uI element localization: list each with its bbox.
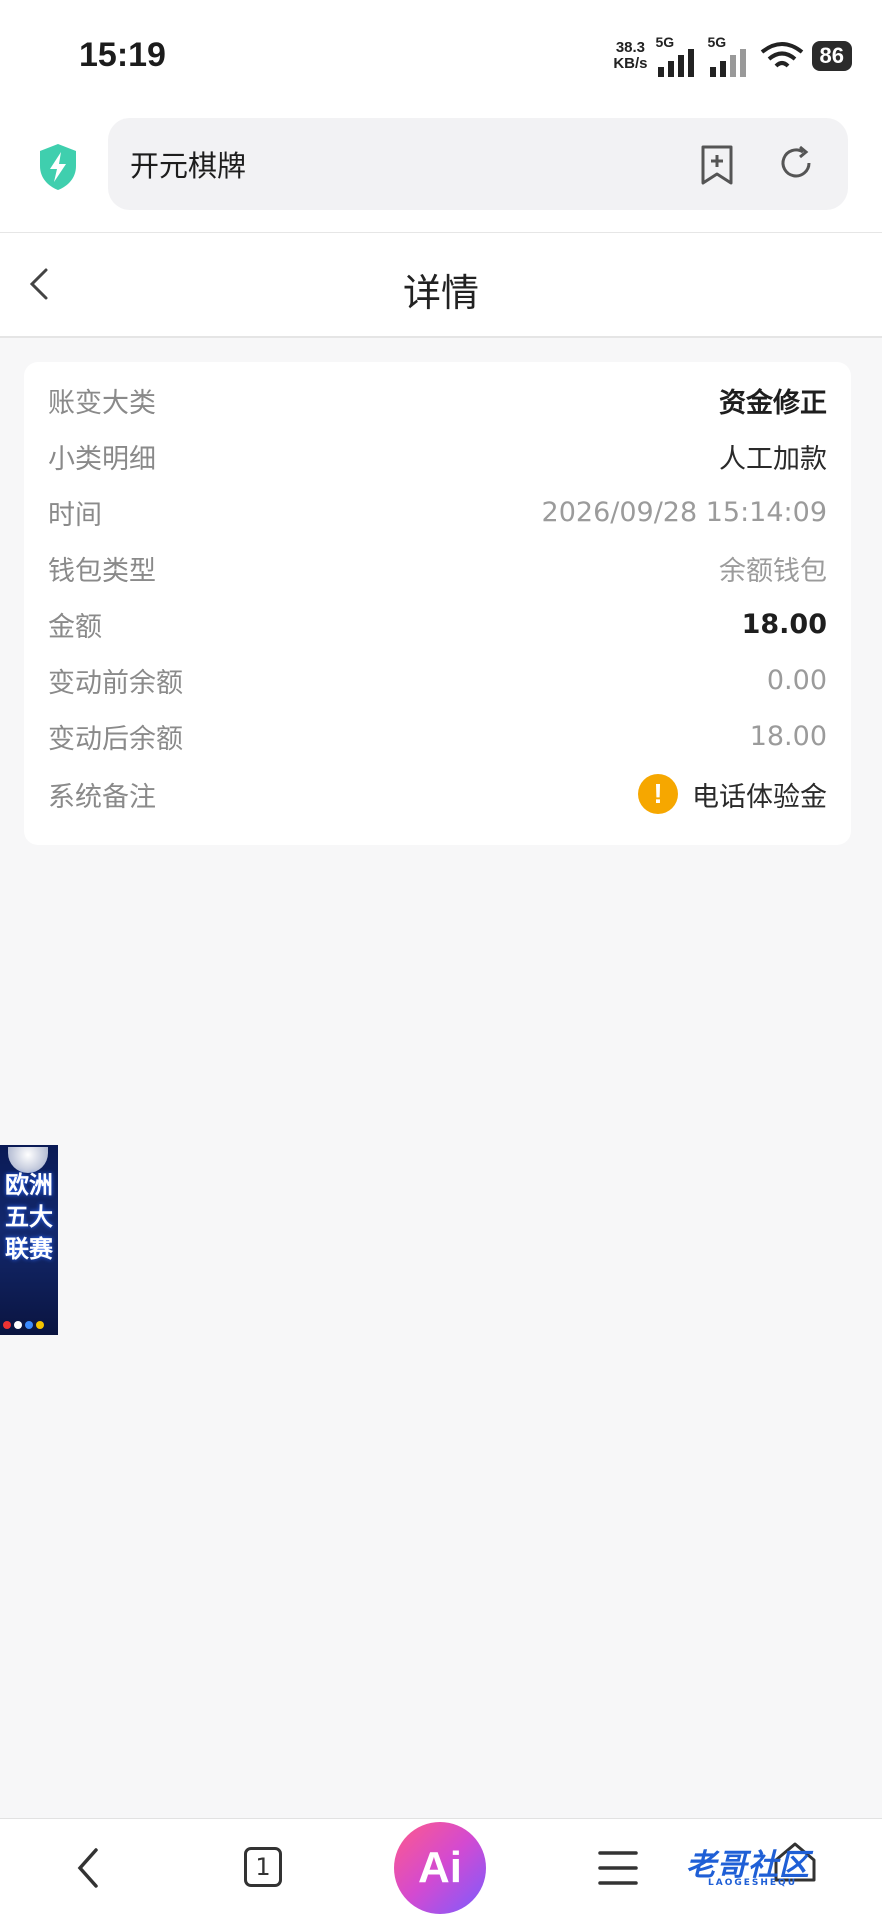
reload-icon[interactable]	[776, 143, 816, 183]
detail-row-category: 账变大类 资金修正	[48, 372, 827, 428]
detail-label: 变动前余额	[48, 667, 183, 699]
detail-value: 资金修正	[719, 387, 827, 419]
warning-icon[interactable]: !	[638, 774, 678, 814]
address-text[interactable]: 开元棋牌	[130, 143, 246, 185]
wifi-icon	[760, 42, 803, 68]
net-speed: 38.3 KB/s	[613, 40, 647, 72]
ai-label: Ai	[418, 1843, 462, 1892]
status-time: 15:19	[79, 36, 166, 74]
detail-value: 0.00	[766, 664, 827, 696]
detail-value: 余额钱包	[719, 555, 827, 587]
signal-5g-2: 5G	[708, 35, 752, 77]
detail-value: 18.00	[749, 720, 827, 752]
battery-indicator: 86	[811, 41, 852, 71]
detail-value: ! 电话体验金	[638, 774, 827, 814]
tabs-button[interactable]: 1	[244, 1847, 282, 1887]
detail-card: 账变大类 资金修正 小类明细 人工加款 时间 2026/09/28 15:14:…	[24, 362, 851, 845]
watermark-subtext: LAOGESHEQU	[708, 1878, 798, 1888]
remark-text: 电话体验金	[692, 781, 827, 813]
detail-row-balance-before: 变动前余额 0.00	[48, 652, 827, 708]
status-icons: 38.3 KB/s 5G 5G 86	[613, 35, 852, 77]
ai-assistant-button[interactable]: Ai	[394, 1822, 486, 1914]
detail-label: 系统备注	[48, 781, 156, 813]
detail-row-subcategory: 小类明细 人工加款	[48, 428, 827, 484]
detail-row-balance-after: 变动后余额 18.00	[48, 708, 827, 764]
page-title: 详情	[402, 271, 479, 315]
tabs-count: 1	[255, 1853, 271, 1881]
signal-bars-icon	[657, 49, 694, 77]
detail-row-time: 时间 2026/09/28 15:14:09	[48, 484, 827, 540]
signal-bars-icon	[709, 49, 746, 77]
watermark-logo: 老哥社区 LAOGESHEQU	[686, 1840, 810, 1888]
menu-icon[interactable]	[597, 1848, 639, 1888]
detail-label: 时间	[48, 499, 102, 531]
shield-bolt-icon[interactable]	[36, 142, 80, 192]
promo-banner[interactable]: 欧洲五大联赛	[0, 1145, 58, 1335]
net-speed-value: 38.3	[615, 39, 646, 56]
detail-row-wallet: 钱包类型 余额钱包	[48, 540, 827, 596]
detail-row-remark: 系统备注 ! 电话体验金	[48, 766, 827, 822]
detail-label: 钱包类型	[48, 555, 156, 587]
net-speed-unit: KB/s	[613, 55, 648, 72]
nav-back-icon[interactable]	[68, 1840, 108, 1896]
league-logos	[3, 1321, 44, 1329]
signal-5g-1: 5G	[656, 35, 700, 77]
detail-value: 18.00	[741, 608, 827, 640]
detail-value: 2026/09/28 15:14:09	[541, 496, 827, 528]
detail-label: 金额	[48, 611, 102, 643]
detail-label: 小类明细	[48, 443, 156, 475]
detail-label: 变动后余额	[48, 723, 183, 755]
signal-label: 5G	[655, 34, 675, 50]
detail-label: 账变大类	[48, 387, 156, 419]
bookmark-add-icon[interactable]	[697, 143, 737, 187]
detail-value: 人工加款	[719, 443, 827, 475]
signal-label: 5G	[707, 34, 727, 50]
promo-text: 欧洲五大联赛	[5, 1171, 53, 1263]
detail-row-amount: 金额 18.00	[48, 596, 827, 652]
